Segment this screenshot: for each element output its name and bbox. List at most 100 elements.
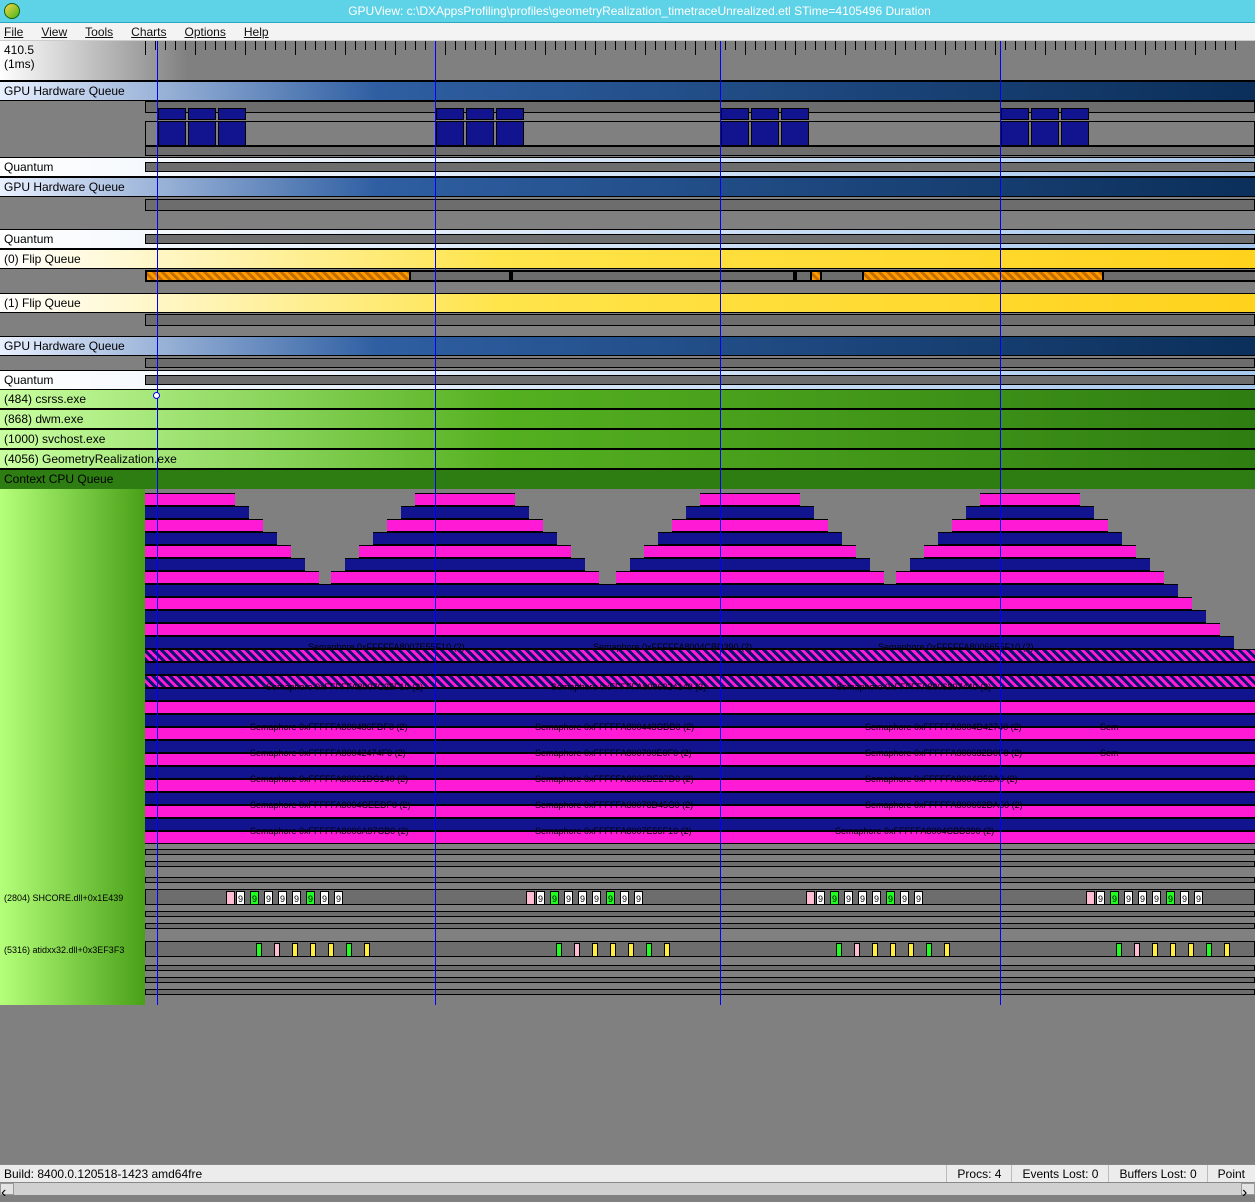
gpu-packet[interactable] [721,108,749,120]
gpu-packet[interactable] [1031,108,1059,120]
row-flip1[interactable]: (1) Flip Queue [0,293,1255,313]
event-box[interactable] [1116,943,1122,957]
row-svchost[interactable]: (1000) svchost.exe [0,429,1255,449]
row-csrss[interactable]: (484) csrss.exe [0,389,1255,409]
event-box[interactable] [592,943,598,957]
gpu-packet[interactable] [1031,121,1059,146]
gpu-packet[interactable] [466,108,494,120]
event-box[interactable]: 9 [830,891,839,905]
event-box[interactable] [854,943,860,957]
event-box[interactable]: 9 [1152,891,1161,905]
flip-packet[interactable] [512,271,794,281]
event-box[interactable]: 9 [1194,891,1203,905]
event-box[interactable]: 9 [292,891,301,905]
event-box[interactable] [646,943,652,957]
event-box[interactable]: 9 [1110,891,1119,905]
event-box[interactable]: 9 [236,891,245,905]
event-box[interactable] [806,891,815,905]
event-box[interactable]: 9 [536,891,545,905]
menu-view[interactable]: View [41,25,67,39]
row-dwm[interactable]: (868) dwm.exe [0,409,1255,429]
event-box[interactable] [890,943,896,957]
event-box[interactable] [1170,943,1176,957]
row-gpu-hw-queue-3[interactable]: GPU Hardware Queue [0,336,1255,356]
gpu-packet[interactable] [158,108,186,120]
event-box[interactable] [364,943,370,957]
menu-options[interactable]: Options [185,25,226,39]
scroll-right-button[interactable]: › [1241,1183,1255,1195]
event-box[interactable] [1206,943,1212,957]
gpu-packet[interactable] [496,121,524,146]
gpu-packet[interactable] [1001,121,1029,146]
gpu-packet[interactable] [466,121,494,146]
menu-tools[interactable]: Tools [85,25,113,39]
event-box[interactable] [1188,943,1194,957]
gpu-packet[interactable] [436,108,464,120]
menu-charts[interactable]: Charts [131,25,166,39]
event-box[interactable] [872,943,878,957]
event-box[interactable]: 9 [816,891,825,905]
row-gpu-hw-queue-1[interactable]: GPU Hardware Queue [0,81,1255,101]
event-box[interactable]: 9 [886,891,895,905]
event-box[interactable]: 9 [900,891,909,905]
event-box[interactable]: 9 [634,891,643,905]
gpu-packet[interactable] [436,121,464,146]
event-box[interactable] [256,943,262,957]
event-box[interactable] [1224,943,1230,957]
event-box[interactable] [926,943,932,957]
event-box[interactable]: 9 [320,891,329,905]
event-box[interactable] [1086,891,1095,905]
event-box[interactable]: 9 [578,891,587,905]
event-box[interactable]: 9 [1166,891,1175,905]
event-box[interactable] [310,943,316,957]
event-box[interactable]: 9 [914,891,923,905]
event-box[interactable] [346,943,352,957]
gpu-packet[interactable] [158,121,186,146]
gpu-packet[interactable] [1061,121,1089,146]
event-box[interactable]: 9 [1180,891,1189,905]
row-gpu-hw-queue-2[interactable]: GPU Hardware Queue [0,177,1255,197]
event-box[interactable] [328,943,334,957]
flip-packet[interactable] [811,271,821,281]
event-box[interactable] [526,891,535,905]
flip-packet[interactable] [863,271,1103,281]
event-box[interactable]: 9 [606,891,615,905]
event-box[interactable]: 9 [844,891,853,905]
gpu-packet[interactable] [781,121,809,146]
gpu-packet[interactable] [188,108,216,120]
flip-packet[interactable] [410,271,510,281]
event-box[interactable]: 9 [334,891,343,905]
event-box[interactable]: 9 [592,891,601,905]
flip-packet[interactable] [1103,271,1255,281]
event-box[interactable]: 9 [264,891,273,905]
event-box[interactable]: 9 [858,891,867,905]
event-box[interactable]: 9 [1096,891,1105,905]
event-box[interactable]: 9 [620,891,629,905]
gpu-packet[interactable] [218,108,246,120]
gpu-packet[interactable] [751,108,779,120]
event-box[interactable] [610,943,616,957]
horizontal-scrollbar[interactable]: ‹ › [0,1182,1255,1195]
event-box[interactable]: 9 [564,891,573,905]
gpu-packet[interactable] [721,121,749,146]
gpu-packet[interactable] [1001,108,1029,120]
gpu-packet[interactable] [188,121,216,146]
timeline-canvas[interactable]: 410.5 (1ms) GPU Hardware Queue Quantum G… [0,41,1255,1005]
gpu-packet[interactable] [218,121,246,146]
event-box[interactable] [274,943,280,957]
gpu-packet[interactable] [781,108,809,120]
event-box[interactable]: 9 [550,891,559,905]
event-box[interactable] [292,943,298,957]
event-box[interactable]: 9 [1138,891,1147,905]
row-geometry[interactable]: (4056) GeometryRealization.exe [0,449,1255,469]
event-box[interactable] [1152,943,1158,957]
event-box[interactable] [628,943,634,957]
event-box[interactable]: 9 [250,891,259,905]
flip-packet[interactable] [146,271,410,281]
menu-file[interactable]: File [4,25,23,39]
gpu-packet[interactable] [1061,108,1089,120]
menu-help[interactable]: Help [244,25,269,39]
event-box[interactable]: 9 [306,891,315,905]
event-box[interactable] [836,943,842,957]
event-box[interactable] [226,891,235,905]
